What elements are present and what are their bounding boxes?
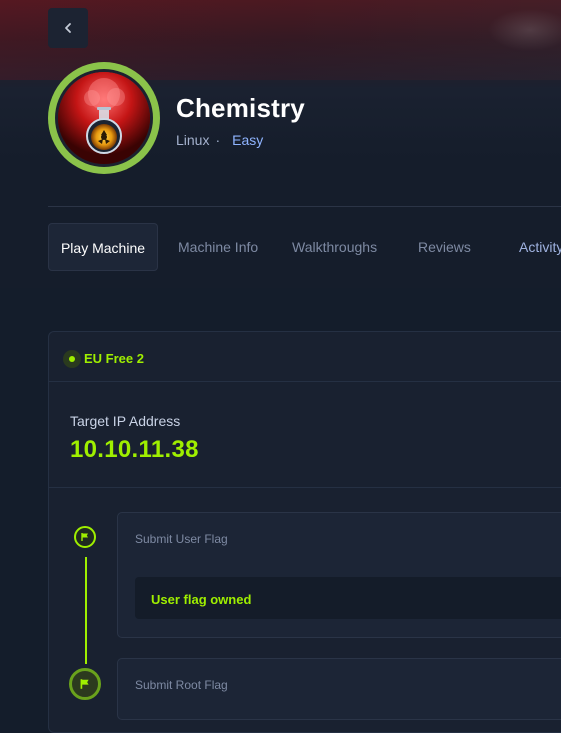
back-button[interactable] (48, 8, 88, 48)
server-row: EU Free 2 (49, 332, 561, 382)
user-flag-owned-text: User flag owned (151, 592, 252, 607)
play-machine-panel: EU Free 2 Target IP Address 10.10.11.38 … (48, 331, 561, 733)
flag-icon (80, 679, 89, 689)
submit-user-flag-card: Submit User Flag User flag owned (117, 512, 561, 638)
submit-root-flag-title: Submit Root Flag (135, 678, 228, 692)
tab-play-machine[interactable]: Play Machine (48, 223, 158, 271)
machine-difficulty: Easy (232, 132, 264, 148)
machine-avatar (48, 62, 160, 174)
submit-root-flag-card[interactable]: Submit Root Flag (117, 658, 561, 720)
machine-name: Chemistry (176, 93, 305, 123)
tab-reviews[interactable]: Reviews (418, 223, 471, 271)
tab-activity[interactable]: Activity (519, 223, 561, 271)
tab-walkthroughs[interactable]: Walkthroughs (292, 223, 377, 271)
tab-machine-info[interactable]: Machine Info (178, 223, 258, 271)
submit-user-flag-title: Submit User Flag (135, 532, 228, 546)
flag-icon (81, 533, 88, 541)
machine-meta: Linux · Easy (176, 132, 263, 148)
chevron-left-icon (65, 23, 71, 33)
user-flag-node (74, 526, 96, 548)
target-ip-label: Target IP Address (70, 413, 181, 429)
chemistry-flask-logo (58, 72, 150, 164)
root-flag-node (69, 668, 101, 700)
meta-separator: · (215, 132, 221, 148)
ip-divider (49, 487, 561, 488)
user-flag-owned-banner: User flag owned (135, 577, 561, 619)
flag-timeline-line (85, 557, 87, 664)
machine-os: Linux (176, 132, 210, 148)
target-ip-value[interactable]: 10.10.11.38 (70, 436, 199, 464)
server-name[interactable]: EU Free 2 (84, 351, 144, 366)
header-divider (48, 206, 561, 207)
server-status-icon (63, 350, 81, 368)
